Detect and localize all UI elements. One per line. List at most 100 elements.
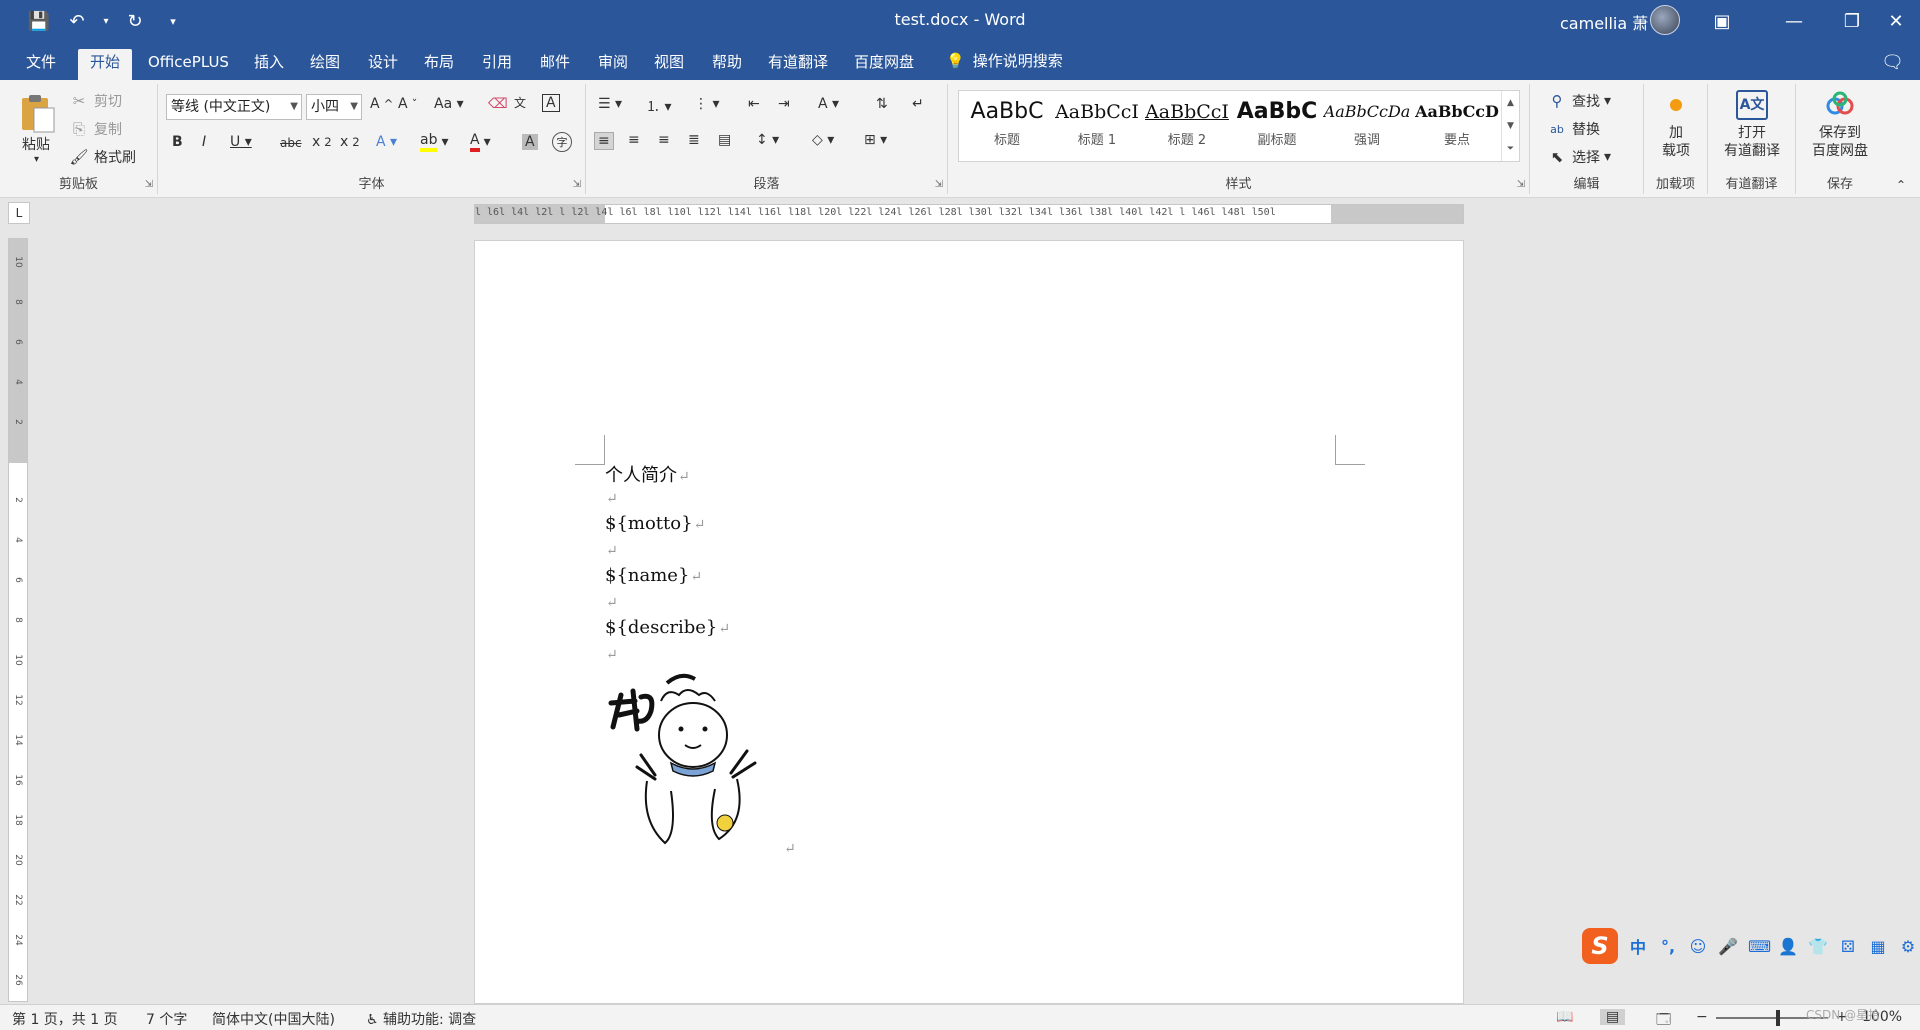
language-indicator[interactable]: 简体中文(中国大陆): [212, 1009, 335, 1029]
web-layout-icon[interactable]: 🗔: [1656, 1009, 1671, 1030]
user-icon[interactable]: 👤: [1778, 937, 1798, 956]
paste-button[interactable]: 粘贴: [22, 134, 50, 154]
document-paragraph[interactable]: ${describe}↵: [605, 617, 730, 638]
highlight-color-button[interactable]: ab ▾: [420, 132, 449, 152]
numbering-icon[interactable]: ⒈ ▾: [646, 96, 671, 116]
find-button[interactable]: ⚲ 查找 ▾: [1546, 90, 1612, 112]
page-count[interactable]: 第 1 页，共 1 页: [12, 1009, 118, 1029]
document-paragraph[interactable]: ↵: [605, 643, 618, 664]
styles-gallery-scrollbar[interactable]: ▲ ▼ ⏷: [1501, 91, 1519, 161]
paste-icon[interactable]: [16, 92, 60, 136]
paste-dropdown-icon[interactable]: ▾: [34, 154, 39, 165]
cartoon-sticker-image[interactable]: [607, 671, 777, 851]
save-to-baidu-button[interactable]: 保存到 百度网盘: [1800, 90, 1880, 160]
styles-launcher-icon[interactable]: ⇲: [1517, 179, 1525, 190]
collapse-ribbon-icon[interactable]: ⌃: [1896, 178, 1906, 192]
horizontal-ruler[interactable]: l l6l l4l l2l l l2l l4l l6l l8l l10l l12…: [474, 204, 1464, 224]
font-family-select[interactable]: 等线 (中文正文) ▼: [166, 94, 302, 120]
borders-icon[interactable]: ⊞ ▾: [864, 132, 887, 148]
justify-button[interactable]: ≣: [688, 132, 700, 148]
select-button[interactable]: ⬉ 选择 ▾: [1546, 146, 1611, 168]
tab-file[interactable]: 文件: [14, 49, 68, 80]
accessibility-status[interactable]: ♿ 辅助功能: 调查: [366, 1009, 476, 1029]
avatar[interactable]: [1650, 5, 1680, 35]
shading-icon[interactable]: ◇ ▾: [812, 132, 834, 148]
cut-button[interactable]: ✂ 剪切: [68, 90, 122, 112]
keyboard-icon[interactable]: ⌨: [1748, 937, 1771, 956]
tab-officeplus[interactable]: OfficePLUS: [136, 49, 241, 80]
style-strong[interactable]: AaBbCcD 要点: [1413, 95, 1501, 159]
format-painter-button[interactable]: 🖌 格式刷: [68, 146, 136, 168]
skin-icon[interactable]: 👕: [1808, 937, 1828, 956]
user-name[interactable]: camellia 萧: [1560, 10, 1648, 34]
tab-references[interactable]: 引用: [470, 49, 524, 80]
tab-youdao[interactable]: 有道翻译: [756, 49, 840, 80]
sogou-logo-icon[interactable]: S: [1582, 928, 1618, 964]
more-styles-icon[interactable]: ⏷: [1507, 144, 1514, 154]
document-paragraph[interactable]: ↵: [605, 539, 618, 560]
shrink-font-icon[interactable]: Aˇ: [398, 96, 417, 112]
chinese-layout-icon[interactable]: A ▾: [818, 96, 839, 112]
character-border-icon[interactable]: A: [542, 94, 560, 112]
character-shading-icon[interactable]: A: [522, 134, 538, 150]
decrease-indent-icon[interactable]: ⇤: [748, 96, 760, 112]
font-size-select[interactable]: 小四 ▼: [306, 94, 362, 120]
restore-icon[interactable]: ❐: [1828, 0, 1876, 42]
vertical-ruler[interactable]: 10 8 6 4 2 2 4 6 8 10 12 14 16 18 20 22 …: [8, 238, 28, 1002]
clipboard-launcher-icon[interactable]: ⇲: [145, 179, 153, 190]
phonetic-guide-icon[interactable]: 文: [514, 94, 526, 111]
addins-button[interactable]: 加 载项: [1656, 90, 1696, 160]
document-paragraph[interactable]: ↵: [783, 837, 796, 858]
font-color-button[interactable]: A ▾: [470, 132, 491, 152]
document-paragraph[interactable]: ↵: [605, 591, 618, 612]
document-paragraph[interactable]: 个人简介↵: [605, 461, 690, 487]
tab-help[interactable]: 帮助: [700, 49, 754, 80]
replace-button[interactable]: ab 替换: [1546, 118, 1600, 140]
font-launcher-icon[interactable]: ⇲: [573, 179, 581, 190]
sort-icon[interactable]: ⇅: [876, 96, 888, 112]
zoom-slider-thumb[interactable]: [1776, 1010, 1780, 1026]
increase-indent-icon[interactable]: ⇥: [778, 96, 790, 112]
ribbon-display-options-icon[interactable]: ▣: [1698, 0, 1746, 42]
italic-button[interactable]: I: [202, 134, 206, 150]
document-paragraph[interactable]: ${name}↵: [605, 565, 702, 586]
style-subtitle[interactable]: AaBbC 副标题: [1233, 95, 1321, 159]
strikethrough-button[interactable]: abc: [280, 136, 302, 150]
tab-design[interactable]: 设计: [356, 49, 410, 80]
copy-button[interactable]: ⎘ 复制: [68, 118, 122, 140]
ime-chinese-mode[interactable]: 中: [1628, 934, 1648, 958]
show-formatting-marks-icon[interactable]: ↵: [912, 96, 924, 112]
toolbox-icon[interactable]: ⚄: [1838, 937, 1858, 956]
multilevel-list-icon[interactable]: ⋮ ▾: [694, 96, 719, 112]
change-case-icon[interactable]: Aa ▾: [434, 96, 464, 112]
bold-button[interactable]: B: [172, 134, 183, 150]
print-layout-icon[interactable]: ▤: [1600, 1009, 1626, 1025]
chevron-up-icon[interactable]: ▲: [1507, 98, 1514, 108]
text-effects-icon[interactable]: A ▾: [376, 134, 397, 150]
tab-mailings[interactable]: 邮件: [528, 49, 582, 80]
bullets-icon[interactable]: ☰ ▾: [598, 96, 622, 112]
tab-review[interactable]: 审阅: [586, 49, 640, 80]
tab-selector[interactable]: L: [8, 202, 30, 224]
settings-icon[interactable]: ⚙: [1898, 937, 1918, 956]
paragraph-launcher-icon[interactable]: ⇲: [935, 179, 943, 190]
open-youdao-button[interactable]: A文 打开 有道翻译: [1712, 90, 1792, 160]
style-emphasis[interactable]: AaBbCcDa 强调: [1323, 95, 1411, 159]
align-right-button[interactable]: ≡: [658, 132, 670, 148]
line-spacing-icon[interactable]: ↕ ▾: [756, 132, 779, 148]
document-page[interactable]: 个人简介↵ ↵ ${motto}↵ ↵ ${name}↵ ↵ ${describ…: [474, 240, 1464, 1004]
style-heading1[interactable]: AaBbCcI 标题 1: [1053, 95, 1141, 159]
tab-view[interactable]: 视图: [642, 49, 696, 80]
align-left-button[interactable]: ≡: [594, 132, 614, 150]
align-center-button[interactable]: ≡: [628, 132, 640, 148]
emoji-icon[interactable]: ☺: [1688, 937, 1708, 956]
tab-insert[interactable]: 插入: [242, 49, 296, 80]
document-paragraph[interactable]: ${motto}↵: [605, 513, 705, 534]
document-paragraph[interactable]: ↵: [605, 487, 618, 508]
tab-draw[interactable]: 绘图: [298, 49, 352, 80]
tab-baidu[interactable]: 百度网盘: [842, 49, 926, 80]
subscript-button[interactable]: x2: [312, 134, 332, 150]
chevron-down-icon[interactable]: ▼: [1507, 121, 1514, 131]
underline-button[interactable]: U ▾: [230, 134, 252, 150]
microphone-icon[interactable]: 🎤: [1718, 937, 1738, 956]
